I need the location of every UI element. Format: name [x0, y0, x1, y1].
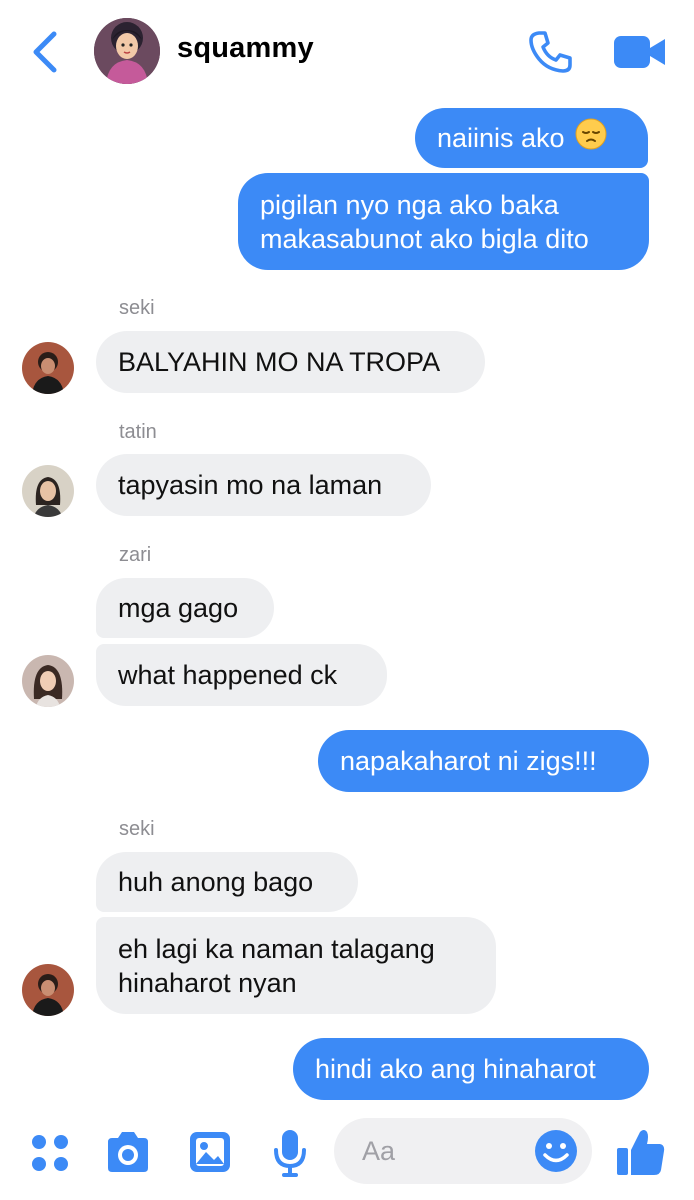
message-line: hinaharot nyan: [118, 967, 297, 998]
sender-name: seki: [119, 297, 155, 319]
message-composer: [0, 1108, 694, 1200]
message-input[interactable]: [362, 1132, 532, 1170]
thumbs-up-icon[interactable]: [614, 1126, 666, 1178]
chat-title: squammy: [177, 32, 314, 64]
microphone-icon[interactable]: [272, 1128, 308, 1178]
incoming-message[interactable]: huh anong bago: [96, 852, 358, 912]
incoming-message[interactable]: mga gago: [96, 578, 274, 638]
pensive-face-icon: [575, 118, 607, 158]
message-text: BALYAHIN MO NA TROPA: [118, 347, 441, 377]
message-text: naiinis ako: [437, 123, 565, 153]
message-text: mga gago: [118, 593, 239, 623]
camera-icon[interactable]: [104, 1130, 152, 1174]
outgoing-message[interactable]: hindi ako ang hinaharot: [293, 1038, 649, 1100]
message-text: tapyasin mo na laman: [118, 470, 383, 500]
message-text: huh anong bago: [118, 867, 314, 897]
video-call-icon[interactable]: [612, 32, 668, 72]
gallery-icon[interactable]: [188, 1130, 232, 1174]
sender-name: seki: [119, 818, 155, 840]
sender-name: tatin: [119, 421, 157, 443]
avatar-zari[interactable]: [22, 655, 74, 707]
chat-header: squammy: [0, 0, 694, 100]
incoming-message[interactable]: eh lagi ka naman talagang hinaharot nyan: [96, 917, 496, 1014]
phone-call-icon[interactable]: [526, 28, 574, 76]
back-chevron-icon[interactable]: [28, 28, 64, 76]
message-text: hindi ako ang hinaharot: [315, 1054, 596, 1084]
avatar-tatin[interactable]: [22, 465, 74, 517]
outgoing-message[interactable]: naiinis ako: [415, 108, 648, 168]
sender-name: zari: [119, 544, 152, 566]
message-line: makasabunot ako bigla dito: [260, 223, 589, 254]
incoming-message[interactable]: tapyasin mo na laman: [96, 454, 431, 516]
group-avatar[interactable]: [94, 18, 160, 84]
message-line: pigilan nyo nga ako baka: [260, 189, 559, 220]
message-line: eh lagi ka naman talagang: [118, 933, 435, 964]
outgoing-message[interactable]: napakaharot ni zigs!!!: [318, 730, 649, 792]
apps-icon[interactable]: [30, 1133, 70, 1173]
outgoing-message[interactable]: pigilan nyo nga ako baka makasabunot ako…: [238, 173, 649, 270]
incoming-message[interactable]: BALYAHIN MO NA TROPA: [96, 331, 485, 393]
message-text: what happened ck: [118, 660, 338, 690]
incoming-message[interactable]: what happened ck: [96, 644, 387, 706]
avatar-seki[interactable]: [22, 342, 74, 394]
emoji-icon[interactable]: [533, 1128, 579, 1174]
message-text: napakaharot ni zigs!!!: [340, 746, 597, 776]
avatar-seki[interactable]: [22, 964, 74, 1016]
